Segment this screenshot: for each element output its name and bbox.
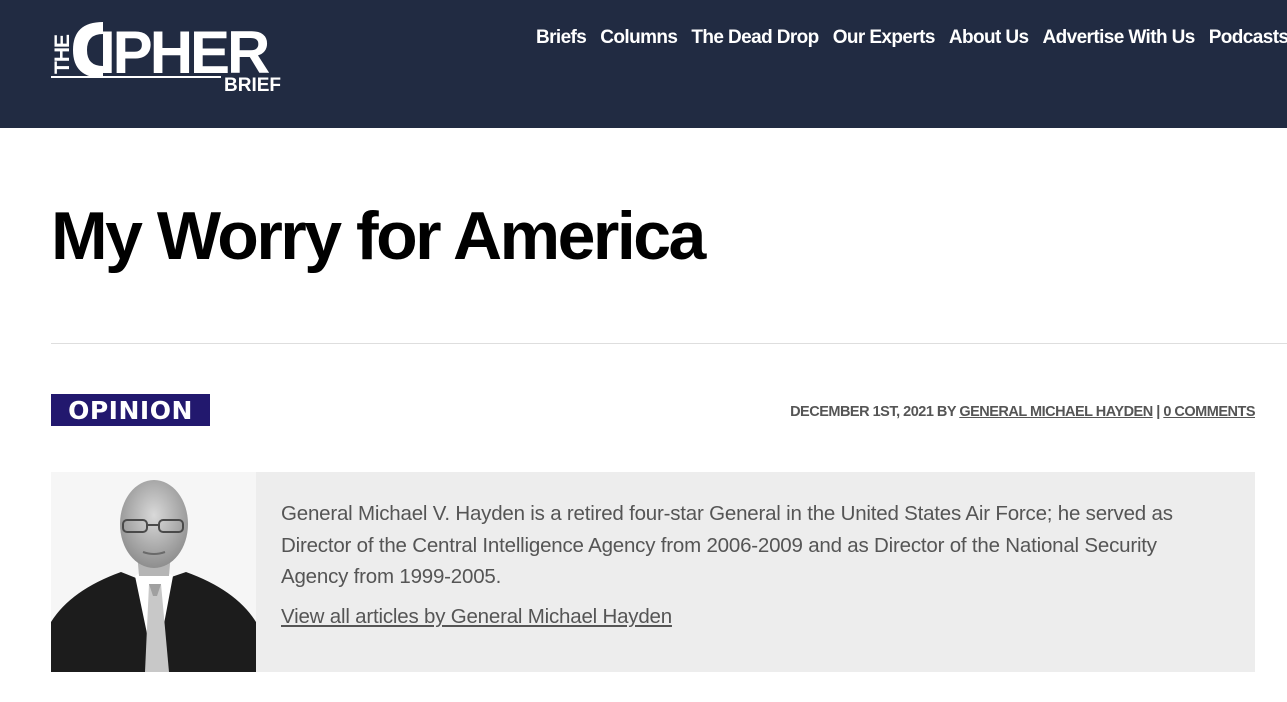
category-badge[interactable]: OPINION	[51, 394, 210, 426]
author-photo	[51, 472, 256, 672]
author-name-link[interactable]: GENERAL MICHAEL HAYDEN	[959, 404, 1153, 420]
site-header: THE IPHER BRIEF Briefs Columns The Dead Dr…	[0, 0, 1287, 128]
article-meta: DECEMBER 1ST, 2021 BY GENERAL MICHAEL HA…	[790, 404, 1255, 420]
logo-underline	[51, 76, 221, 78]
nav-our-experts[interactable]: Our Experts	[833, 26, 936, 50]
main-nav: Briefs Columns The Dead Drop Our Experts Abo…	[536, 26, 1287, 50]
meta-separator: |	[1152, 404, 1164, 420]
view-all-articles-link[interactable]: View all articles by General Michael Hay…	[281, 605, 672, 629]
nav-about-us[interactable]: About Us	[949, 26, 1029, 50]
logo-brief-text: BRIEF	[224, 75, 281, 94]
nav-columns[interactable]: Columns	[600, 26, 678, 50]
nav-advertise-with-us[interactable]: Advertise With Us	[1043, 26, 1196, 50]
author-box: General Michael V. Hayden is a retired f…	[51, 472, 1255, 672]
comments-link[interactable]: 0 COMMENTS	[1163, 404, 1255, 420]
site-logo[interactable]: THE IPHER BRIEF	[51, 20, 291, 94]
author-portrait-image	[51, 472, 256, 672]
title-divider	[51, 343, 1287, 344]
article-date: DECEMBER 1ST, 2021 BY	[790, 404, 960, 420]
author-bio: General Michael V. Hayden is a retired f…	[281, 502, 1173, 588]
nav-briefs[interactable]: Briefs	[536, 26, 587, 50]
article-title: My Worry for America	[51, 198, 706, 274]
nav-the-dead-drop[interactable]: The Dead Drop	[691, 26, 819, 50]
logo-the-text: THE	[51, 34, 74, 74]
nav-podcasts[interactable]: Podcasts	[1209, 26, 1287, 50]
